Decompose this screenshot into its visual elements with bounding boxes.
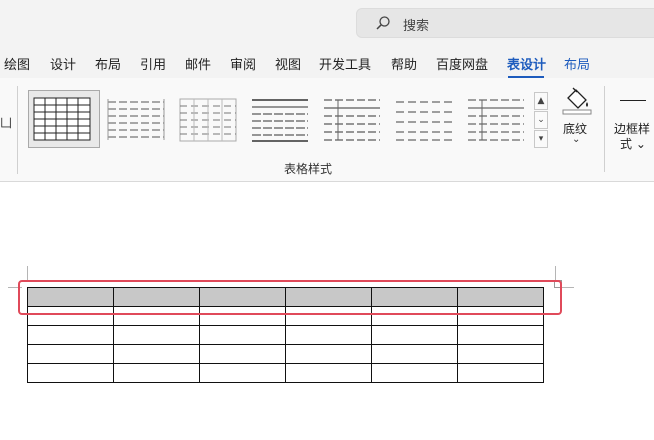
gallery-scroll-down-button[interactable]: ⌄ [534,111,548,129]
ribbon-divider [17,86,18,174]
table-cell[interactable] [27,325,114,345]
border-line-icon [620,100,646,101]
table-cell[interactable] [285,325,372,345]
tab-table-design[interactable]: 表设计 [507,54,546,73]
table-cell[interactable] [113,363,200,383]
gallery-more-button[interactable]: ▾ [534,130,548,148]
table-styles-group-label: 表格样式 [284,162,333,176]
search-icon [376,16,390,30]
table-style-6 [396,101,452,141]
tab-draw[interactable]: 绘图 [4,54,30,73]
table-style-4 [252,99,308,142]
table-row[interactable] [27,363,544,383]
tab-design[interactable]: 设计 [50,54,76,73]
tab-review[interactable]: 审阅 [230,54,256,73]
tab-references[interactable]: 引用 [140,54,166,73]
tab-view[interactable]: 视图 [275,54,301,73]
tab-mailings[interactable]: 邮件 [185,54,211,73]
ribbon-left-partial-control[interactable]: 凵 [0,114,12,131]
ribbon-divider [604,86,605,172]
table-cell[interactable] [457,363,544,383]
tab-baidu-netdisk[interactable]: 百度网盘 [436,54,488,73]
table-cell[interactable] [371,344,458,364]
ribbon-tabs: 绘图 设计 布局 引用 邮件 审阅 视图 开发工具 帮助 百度网盘 表设计 布局 [0,46,654,78]
gallery-scroll-up-button[interactable]: ▲ [534,92,548,110]
table-cell[interactable] [457,344,544,364]
table-row[interactable] [27,325,544,345]
table-cell[interactable] [27,363,114,383]
table-cell[interactable] [371,325,458,345]
table-cell[interactable] [199,325,286,345]
table-style-1 [33,97,91,141]
table-style-2 [107,99,165,140]
table-cell[interactable] [113,344,200,364]
shading-dropdown-caret[interactable]: ⌄ [572,134,580,145]
table-cell[interactable] [371,363,458,383]
header-row-highlight [18,280,562,315]
crop-mark [560,287,574,288]
table-row[interactable] [27,344,544,364]
search-box[interactable]: 搜索 [356,8,654,38]
table-style-7 [468,99,524,141]
table-cell[interactable] [27,344,114,364]
table-style-5 [324,99,380,141]
tab-table-layout[interactable]: 布局 [564,54,590,73]
border-styles-label-line2[interactable]: 式 ⌄ [620,135,646,152]
table-cell[interactable] [113,325,200,345]
search-placeholder: 搜索 [403,19,430,34]
table-cell[interactable] [285,363,372,383]
paint-bucket-icon [562,87,592,115]
table-cell[interactable] [457,325,544,345]
tab-help[interactable]: 帮助 [391,54,417,73]
table-styles-gallery [28,90,548,150]
table-cell[interactable] [199,363,286,383]
table-style-thumbnails [28,90,524,148]
tab-developer[interactable]: 开发工具 [319,54,371,73]
tab-layout[interactable]: 布局 [95,54,121,73]
table-style-3 [179,98,237,142]
table-cell[interactable] [285,344,372,364]
crop-mark [555,266,556,280]
table-cell[interactable] [199,344,286,364]
